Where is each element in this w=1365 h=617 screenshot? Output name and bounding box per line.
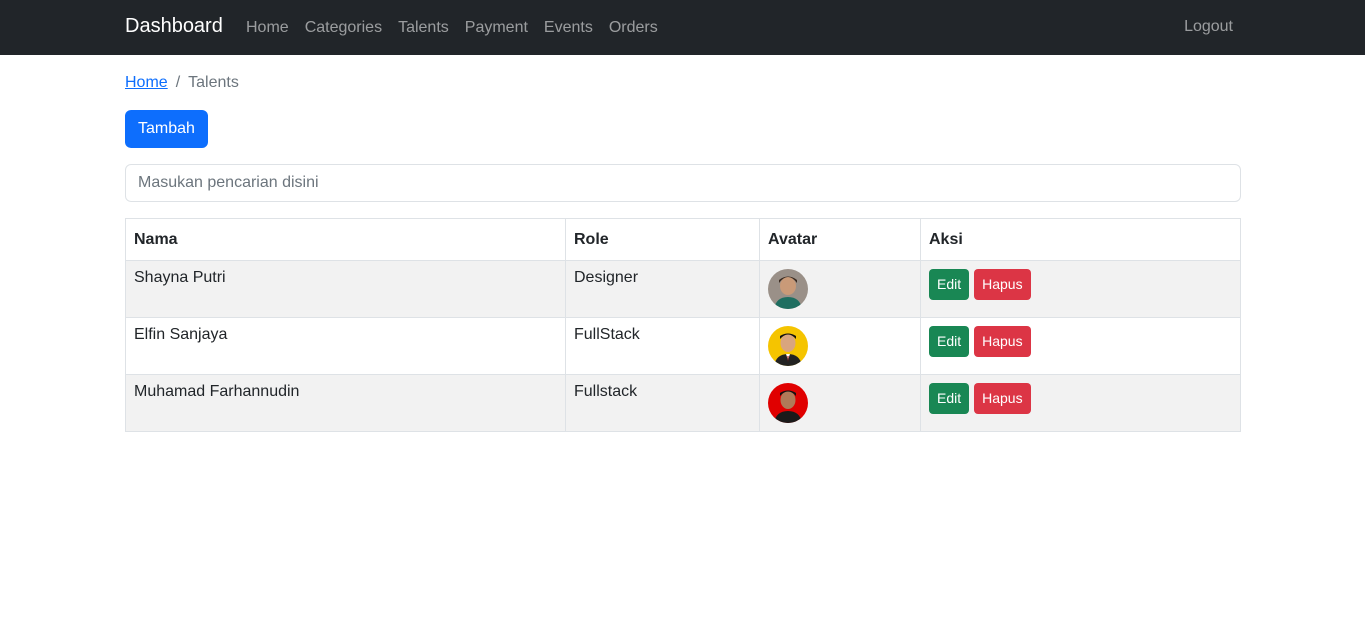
cell-role: FullStack [565,317,760,375]
cell-role: Fullstack [565,374,760,432]
edit-button[interactable]: Edit [929,269,970,300]
table-row: Muhamad Farhannudin Fullstack Edit Hapus [125,374,1241,432]
delete-button[interactable]: Hapus [974,269,1031,300]
main-content: Home / Talents Tambah Nama Role Avatar A… [125,55,1241,432]
cell-nama: Elfin Sanjaya [125,317,566,375]
table-row: Elfin Sanjaya FullStack Edit Hapus [125,317,1241,375]
edit-button[interactable]: Edit [929,326,970,357]
cell-avatar [759,260,921,318]
breadcrumb-home[interactable]: Home [125,74,168,92]
cell-avatar [759,374,921,432]
avatar-image [768,326,808,366]
nav-payment[interactable]: Payment [457,19,536,37]
table-row: Shayna Putri Designer Edit Hapus [125,260,1241,318]
header-aksi: Aksi [920,218,1241,261]
breadcrumb-separator: / [175,74,181,91]
brand-link[interactable]: Dashboard [125,15,223,38]
header-avatar: Avatar [759,218,921,261]
talents-table: Nama Role Avatar Aksi Shayna Putri Desig… [125,218,1241,432]
nav-links: Home Categories Talents Payment Events O… [238,0,666,55]
search-input[interactable] [125,164,1241,202]
nav-talents[interactable]: Talents [390,19,457,37]
avatar-image [768,269,808,309]
delete-button[interactable]: Hapus [974,383,1031,414]
header-role: Role [565,218,760,261]
header-nama: Nama [125,218,566,261]
cell-role: Designer [565,260,760,318]
edit-button[interactable]: Edit [929,383,970,414]
breadcrumb: Home / Talents [125,74,1241,92]
cell-nama: Shayna Putri [125,260,566,318]
avatar [768,269,808,309]
cell-actions: Edit Hapus [920,317,1241,375]
top-navbar: Dashboard Home Categories Talents Paymen… [0,0,1365,55]
add-talent-button[interactable]: Tambah [125,110,208,148]
nav-home[interactable]: Home [238,19,297,37]
nav-events[interactable]: Events [536,19,601,37]
nav-orders[interactable]: Orders [601,19,666,37]
delete-button[interactable]: Hapus [974,326,1031,357]
table-header-row: Nama Role Avatar Aksi [125,218,1241,261]
nav-categories[interactable]: Categories [297,19,390,37]
cell-actions: Edit Hapus [920,260,1241,318]
cell-avatar [759,317,921,375]
cell-nama: Muhamad Farhannudin [125,374,566,432]
cell-actions: Edit Hapus [920,374,1241,432]
avatar-image [768,383,808,423]
avatar [768,326,808,366]
breadcrumb-current: Talents [188,74,239,91]
avatar [768,383,808,423]
logout-link[interactable]: Logout [1184,18,1233,36]
